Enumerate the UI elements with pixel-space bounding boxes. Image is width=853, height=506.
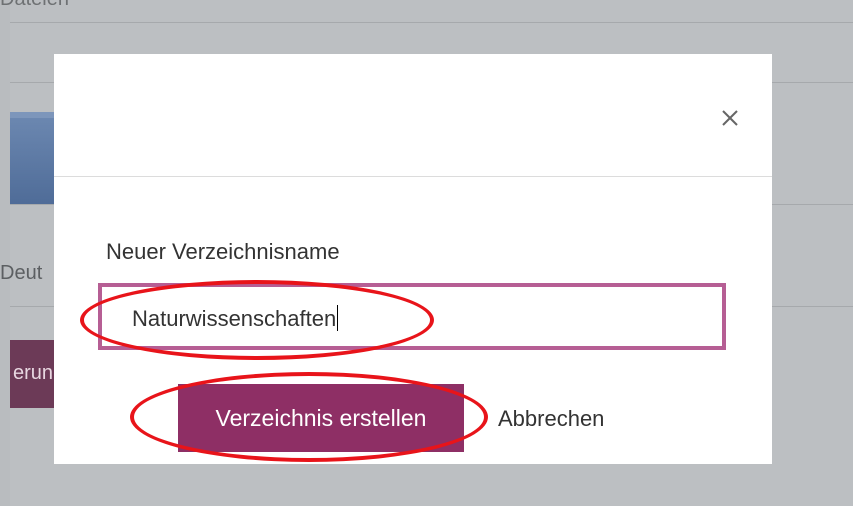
text-caret (337, 305, 339, 331)
create-folder-button[interactable]: Verzeichnis erstellen (178, 384, 464, 452)
close-button[interactable] (718, 106, 742, 130)
close-icon (722, 110, 738, 126)
cancel-link[interactable]: Abbrechen (498, 406, 604, 432)
folder-name-label: Neuer Verzeichnisname (106, 239, 340, 264)
background-button: erun (10, 340, 54, 408)
dialog-header (54, 54, 772, 177)
folder-name-value: Naturwissenschaften (132, 305, 339, 331)
background-folder-label: Deut (0, 262, 43, 284)
background-divider (10, 22, 853, 23)
folder-name-input[interactable]: Naturwissenschaften (98, 283, 726, 350)
background-heading: Dateien (0, 0, 69, 11)
background-button-label: erun (13, 362, 54, 384)
create-folder-dialog: Neuer Verzeichnisname Naturwissenschafte… (54, 54, 772, 464)
folder-icon (10, 112, 54, 204)
